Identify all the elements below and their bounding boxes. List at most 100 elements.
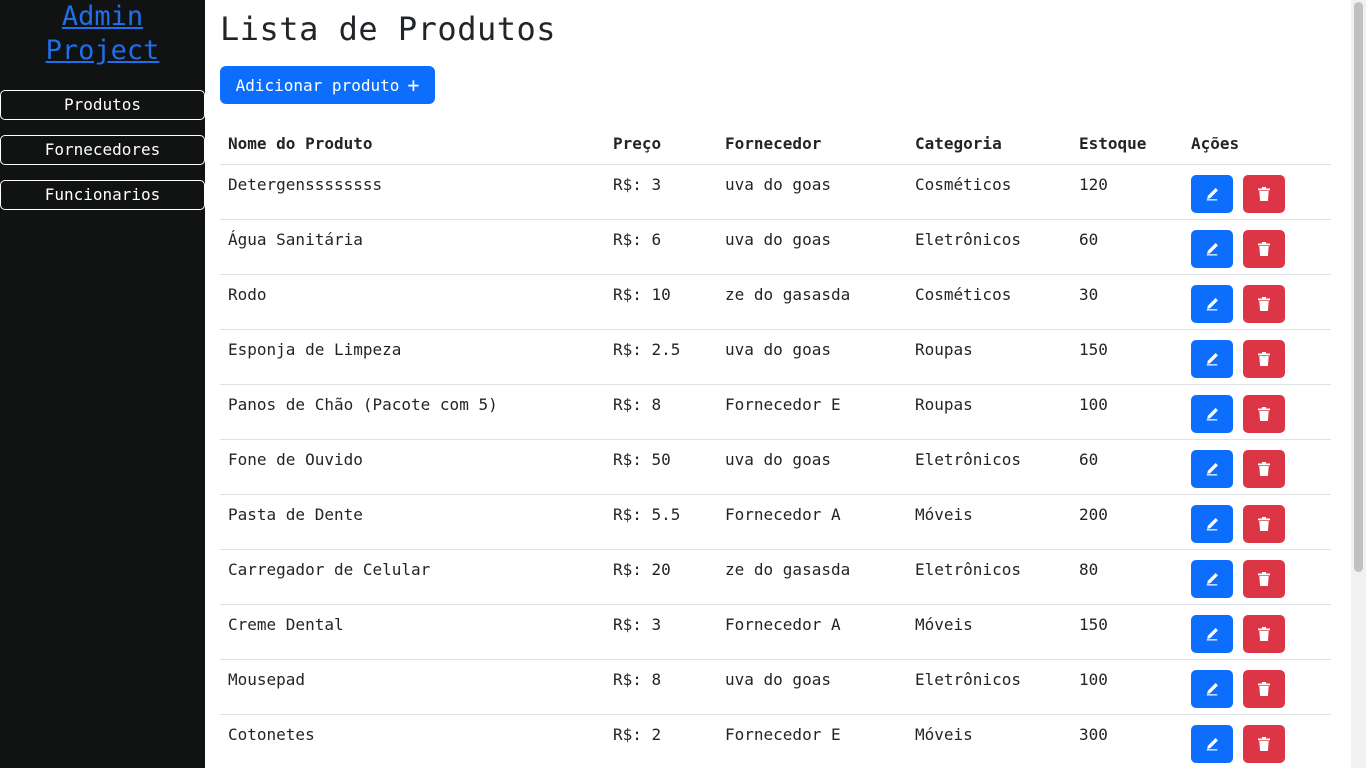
cell-fornecedor: Fornecedor E	[717, 714, 907, 768]
column-header-acoes: Ações	[1183, 123, 1331, 165]
trash-icon	[1258, 681, 1270, 696]
edit-button[interactable]	[1191, 284, 1233, 323]
trash-icon	[1258, 296, 1270, 311]
table-row: Fone de Ouvido R$: 50 uva do goas Eletrônic…	[220, 439, 1331, 495]
table-row: Carregador de Celular R$: 20 ze do gasasda…	[220, 549, 1331, 605]
edit-button[interactable]	[1191, 504, 1233, 543]
edit-button[interactable]	[1191, 339, 1233, 378]
cell-preco: R$: 6	[605, 219, 717, 275]
cell-acoes	[1183, 274, 1331, 330]
cell-estoque: 100	[1071, 659, 1183, 715]
cell-nome: Rodo	[220, 274, 605, 330]
products-table: Nome do Produto Preço Fornecedor Categor…	[220, 123, 1331, 768]
brand-link[interactable]: Admin Project	[43, 0, 163, 68]
delete-button[interactable]	[1243, 669, 1285, 708]
cell-estoque: 200	[1071, 494, 1183, 550]
cell-acoes	[1183, 549, 1331, 605]
vertical-scrollbar[interactable]	[1351, 0, 1366, 768]
edit-button[interactable]	[1191, 724, 1233, 763]
cell-preco: R$: 5.5	[605, 494, 717, 550]
sidebar: Admin Project Produtos Fornecedores Func…	[0, 0, 205, 768]
cell-acoes	[1183, 384, 1331, 440]
delete-button[interactable]	[1243, 174, 1285, 213]
cell-acoes	[1183, 714, 1331, 768]
cell-nome: Carregador de Celular	[220, 549, 605, 605]
add-product-button[interactable]: Adicionar produto +	[220, 66, 435, 104]
cell-estoque: 60	[1071, 219, 1183, 275]
delete-button[interactable]	[1243, 504, 1285, 543]
edit-button[interactable]	[1191, 614, 1233, 653]
cell-preco: R$: 50	[605, 439, 717, 495]
pencil-icon	[1205, 737, 1219, 751]
delete-button[interactable]	[1243, 724, 1285, 763]
table-body: Detergenssssssss R$: 3 uva do goas Cosmétic…	[220, 164, 1331, 768]
pencil-icon	[1205, 187, 1219, 201]
sidebar-item-produtos[interactable]: Produtos	[0, 90, 205, 120]
edit-button[interactable]	[1191, 449, 1233, 488]
edit-button[interactable]	[1191, 669, 1233, 708]
column-header-fornecedor: Fornecedor	[717, 123, 907, 165]
delete-button[interactable]	[1243, 614, 1285, 653]
delete-button[interactable]	[1243, 559, 1285, 598]
edit-button[interactable]	[1191, 174, 1233, 213]
cell-nome: Água Sanitária	[220, 219, 605, 275]
cell-fornecedor: ze do gasasda	[717, 274, 907, 330]
sidebar-nav: Produtos Fornecedores Funcionarios	[0, 90, 205, 225]
cell-preco: R$: 3	[605, 164, 717, 220]
cell-categoria: Eletrônicos	[907, 549, 1071, 605]
trash-icon	[1258, 241, 1270, 256]
table-header-row: Nome do Produto Preço Fornecedor Categor…	[220, 123, 1331, 165]
table-row: Detergenssssssss R$: 3 uva do goas Cosmétic…	[220, 164, 1331, 220]
main-content: Lista de Produtos Adicionar produto + No…	[220, 0, 1331, 768]
delete-button[interactable]	[1243, 284, 1285, 323]
cell-preco: R$: 10	[605, 274, 717, 330]
cell-categoria: Móveis	[907, 714, 1071, 768]
cell-preco: R$: 8	[605, 384, 717, 440]
table-row: Cotonetes R$: 2 Fornecedor E Móveis 300	[220, 714, 1331, 768]
trash-icon	[1258, 461, 1270, 476]
table-row: Creme Dental R$: 3 Fornecedor A Móveis 150	[220, 604, 1331, 660]
cell-estoque: 300	[1071, 714, 1183, 768]
pencil-icon	[1205, 682, 1219, 696]
edit-button[interactable]	[1191, 394, 1233, 433]
sidebar-item-fornecedores[interactable]: Fornecedores	[0, 135, 205, 165]
delete-button[interactable]	[1243, 449, 1285, 488]
cell-nome: Pasta de Dente	[220, 494, 605, 550]
pencil-icon	[1205, 517, 1219, 531]
cell-categoria: Eletrônicos	[907, 659, 1071, 715]
cell-estoque: 120	[1071, 164, 1183, 220]
cell-nome: Panos de Chão (Pacote com 5)	[220, 384, 605, 440]
edit-button[interactable]	[1191, 559, 1233, 598]
scrollbar-thumb[interactable]	[1354, 2, 1363, 572]
cell-preco: R$: 3	[605, 604, 717, 660]
delete-button[interactable]	[1243, 229, 1285, 268]
cell-fornecedor: uva do goas	[717, 164, 907, 220]
delete-button[interactable]	[1243, 394, 1285, 433]
table-row: Rodo R$: 10 ze do gasasda Cosméticos 30	[220, 274, 1331, 330]
cell-nome: Cotonetes	[220, 714, 605, 768]
cell-acoes	[1183, 494, 1331, 550]
table-row: Panos de Chão (Pacote com 5) R$: 8 Fornece…	[220, 384, 1331, 440]
cell-acoes	[1183, 164, 1331, 220]
pencil-icon	[1205, 407, 1219, 421]
column-header-estoque: Estoque	[1071, 123, 1183, 165]
cell-categoria: Móveis	[907, 604, 1071, 660]
cell-fornecedor: uva do goas	[717, 659, 907, 715]
cell-estoque: 60	[1071, 439, 1183, 495]
column-header-preco: Preço	[605, 123, 717, 165]
delete-button[interactable]	[1243, 339, 1285, 378]
table-row: Esponja de Limpeza R$: 2.5 uva do goas Roup…	[220, 329, 1331, 385]
trash-icon	[1258, 736, 1270, 751]
cell-acoes	[1183, 219, 1331, 275]
cell-estoque: 30	[1071, 274, 1183, 330]
sidebar-item-funcionarios[interactable]: Funcionarios	[0, 180, 205, 210]
trash-icon	[1258, 626, 1270, 641]
edit-button[interactable]	[1191, 229, 1233, 268]
cell-acoes	[1183, 604, 1331, 660]
cell-acoes	[1183, 439, 1331, 495]
cell-categoria: Roupas	[907, 329, 1071, 385]
pencil-icon	[1205, 627, 1219, 641]
cell-fornecedor: Fornecedor A	[717, 494, 907, 550]
table-row: Pasta de Dente R$: 5.5 Fornecedor A Móveis 2…	[220, 494, 1331, 550]
pencil-icon	[1205, 352, 1219, 366]
